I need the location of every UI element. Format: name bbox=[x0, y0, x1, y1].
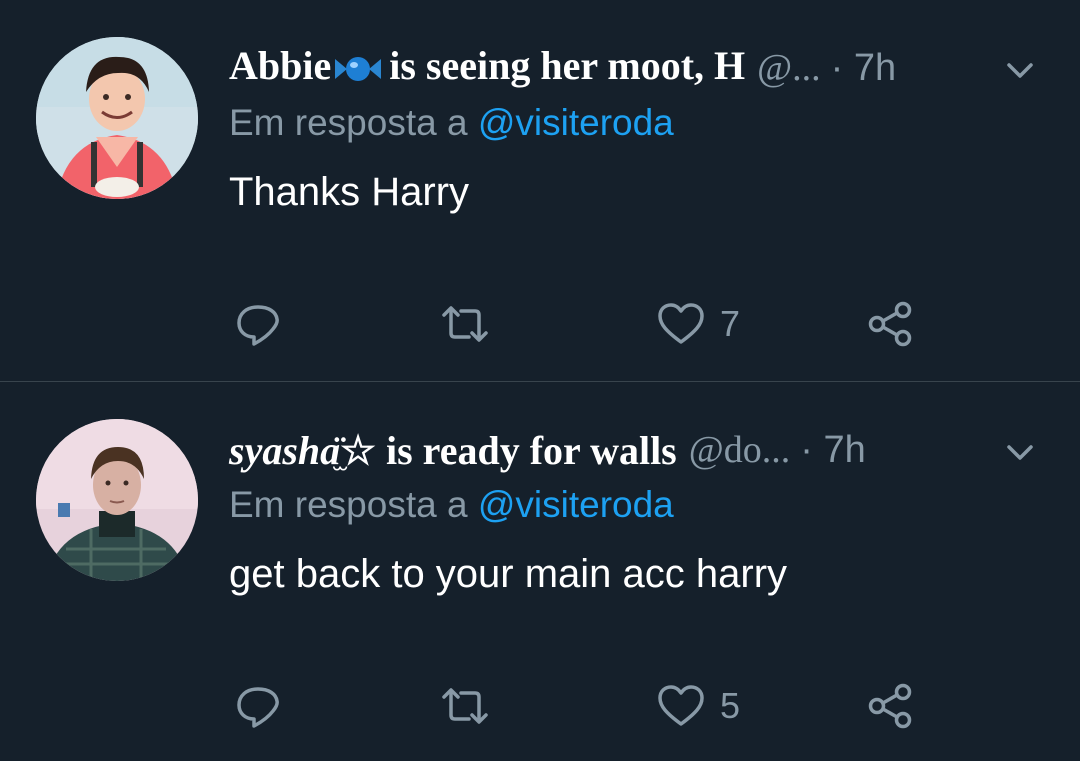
share-button[interactable] bbox=[865, 296, 915, 352]
avatar-photo bbox=[36, 419, 198, 581]
reply-context: Em resposta a @visiteroda bbox=[229, 484, 674, 525]
tweet-header: Abbie is seeing her moot, H @... · 7h bbox=[229, 40, 1040, 96]
mention-link[interactable]: @visiteroda bbox=[478, 484, 674, 525]
avatar-photo bbox=[36, 37, 198, 199]
timestamp[interactable]: · 7h bbox=[800, 429, 865, 472]
avatar[interactable] bbox=[36, 37, 198, 199]
share-icon bbox=[868, 683, 912, 729]
reply-icon bbox=[237, 305, 279, 346]
tweet-actions: 5 bbox=[0, 678, 1080, 734]
tweet-text: get back to your main acc harry bbox=[229, 552, 788, 596]
reply-context: Em resposta a @visiteroda bbox=[229, 102, 674, 143]
tweet[interactable]: Abbie is seeing her moot, H @... · 7h Em… bbox=[0, 0, 1080, 381]
retweet-button[interactable] bbox=[440, 678, 490, 734]
share-button[interactable] bbox=[865, 678, 915, 734]
like-count: 5 bbox=[720, 685, 741, 726]
candy-emoji bbox=[333, 47, 383, 94]
like-button[interactable]: 7 bbox=[656, 296, 740, 352]
display-name[interactable]: syashä̫☆ is ready for walls bbox=[229, 427, 677, 474]
timestamp[interactable]: · 7h bbox=[831, 47, 896, 90]
retweet-button[interactable] bbox=[440, 296, 490, 352]
reply-icon bbox=[237, 687, 279, 728]
username-handle[interactable]: @do... bbox=[689, 428, 791, 472]
mention-link[interactable]: @visiteroda bbox=[478, 102, 674, 143]
timeline: Abbie is seeing her moot, H @... · 7h Em… bbox=[0, 0, 1080, 761]
chevron-down-icon[interactable] bbox=[1002, 434, 1038, 470]
tweet-header: syashä̫☆ is ready for walls @do... · 7h bbox=[229, 422, 1040, 478]
tweet-text: Thanks Harry bbox=[229, 170, 470, 214]
reply-button[interactable] bbox=[233, 296, 283, 352]
username-handle[interactable]: @... bbox=[757, 46, 821, 90]
reply-button[interactable] bbox=[233, 678, 283, 734]
tweet[interactable]: syashä̫☆ is ready for walls @do... · 7h… bbox=[0, 382, 1080, 761]
retweet-icon bbox=[442, 306, 488, 342]
retweet-icon bbox=[442, 688, 488, 724]
like-count: 7 bbox=[720, 303, 741, 344]
like-button[interactable]: 5 bbox=[656, 678, 740, 734]
avatar[interactable] bbox=[36, 419, 198, 581]
tweet-actions: 7 bbox=[0, 296, 1080, 352]
heart-icon bbox=[658, 303, 704, 344]
heart-icon bbox=[658, 685, 704, 726]
chevron-down-icon[interactable] bbox=[1002, 52, 1038, 88]
display-name[interactable]: Abbie is seeing her moot, H bbox=[229, 42, 745, 93]
share-icon bbox=[868, 301, 912, 347]
